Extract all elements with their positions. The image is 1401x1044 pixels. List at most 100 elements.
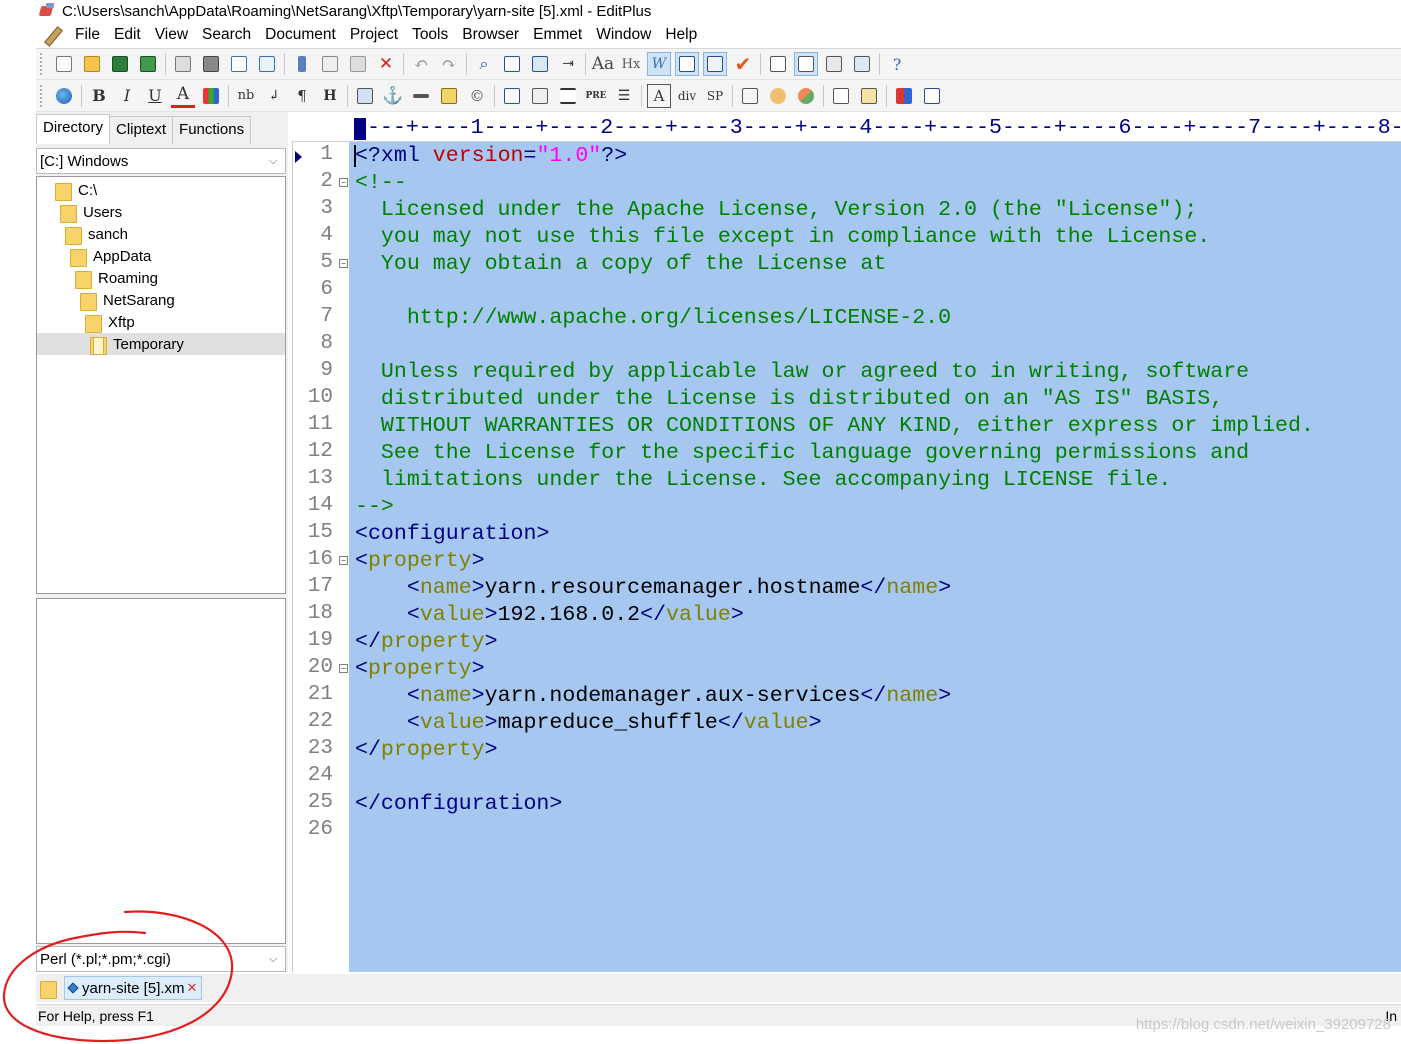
print-preview-button[interactable] [171, 52, 195, 76]
menu-window[interactable]: Window [589, 26, 658, 44]
close-tab-icon[interactable]: ✕ [187, 980, 198, 996]
check-button[interactable]: ✔ [731, 52, 755, 76]
find-in-files-button[interactable] [528, 52, 552, 76]
open-file-button[interactable] [80, 52, 104, 76]
doc-tab-yarn-site[interactable]: yarn-site [5].xm ✕ [64, 976, 203, 1000]
paragraph-button[interactable]: ¶ [290, 84, 314, 108]
tree-item-roaming[interactable]: Roaming [37, 267, 285, 289]
menu-project[interactable]: Project [343, 26, 405, 44]
print-button[interactable] [199, 52, 223, 76]
script-button[interactable] [794, 84, 818, 108]
line-break-button[interactable]: ↲ [262, 84, 286, 108]
word-wrap-button[interactable]: W [647, 52, 671, 76]
menu-file[interactable]: File [68, 26, 107, 44]
fold-toggle-icon[interactable]: − [339, 664, 348, 673]
image-button[interactable] [353, 84, 377, 108]
cliptext-button[interactable] [766, 52, 790, 76]
menu-edit[interactable]: Edit [107, 26, 148, 44]
paste-button[interactable] [346, 52, 370, 76]
toolbar-grip[interactable] [40, 53, 44, 75]
font-color-button[interactable]: A [171, 84, 195, 108]
copyright-button[interactable]: © [465, 84, 489, 108]
ruler-button[interactable] [703, 52, 727, 76]
tab-directory[interactable]: Directory [36, 114, 111, 144]
color-picker-button[interactable] [199, 84, 223, 108]
menu-view[interactable]: View [148, 26, 195, 44]
pencil-icon[interactable] [42, 25, 62, 45]
undo-button[interactable]: ↶ [409, 52, 433, 76]
directory-tree[interactable]: C:\ Users sanch AppData Roaming NetSaran… [36, 176, 286, 594]
new-file-button[interactable] [52, 52, 76, 76]
tab-cliptext[interactable]: Cliptext [109, 116, 174, 144]
code-editor[interactable]: <?xml version="1.0"?> <!-- Licensed unde… [349, 142, 1401, 972]
browser-preview-button[interactable] [255, 52, 279, 76]
cut-button[interactable] [290, 52, 314, 76]
save-all-button[interactable] [136, 52, 160, 76]
font-button[interactable]: Aa [591, 52, 615, 76]
drive-select[interactable]: [C:] Windows ⌵ [36, 148, 286, 174]
color-toolbar-button[interactable] [892, 84, 916, 108]
tree-item-netsarang[interactable]: NetSarang [37, 289, 285, 311]
list-button[interactable]: ☰ [612, 84, 636, 108]
pre-button[interactable]: PRE [584, 84, 608, 108]
menu-browser[interactable]: Browser [455, 26, 526, 44]
frame-button[interactable] [829, 84, 853, 108]
line-number-gutter[interactable]: 1 2 3 4 5 6 7 8 9 10 11 12 13 14 15 16 17 18 19 20 21 22 23 24 2… [292, 142, 349, 972]
directory-window-button[interactable] [794, 52, 818, 76]
browser-button[interactable] [52, 84, 76, 108]
tree-item-temporary[interactable]: Temporary [37, 333, 285, 355]
underline-button[interactable]: U [143, 84, 167, 108]
line-number-button[interactable] [675, 52, 699, 76]
hex-view-button[interactable]: Hx [619, 52, 643, 76]
span-button[interactable]: SP [703, 84, 727, 108]
nbsp-button[interactable]: nb [234, 84, 258, 108]
css-button[interactable] [766, 84, 790, 108]
div-icon: div [677, 88, 697, 103]
folder-icon [85, 314, 102, 333]
form-button[interactable] [528, 84, 552, 108]
delete-button[interactable]: ✕ [374, 52, 398, 76]
heading-button[interactable]: H [318, 84, 342, 108]
tree-item-appdata[interactable]: AppData [37, 245, 285, 267]
layer-button[interactable] [857, 84, 881, 108]
sidebar-tabs: Directory Cliptext Functions [36, 114, 252, 144]
fold-toggle-icon[interactable]: − [339, 259, 348, 268]
help-button[interactable]: ? [885, 52, 909, 76]
redo-button[interactable]: ↷ [437, 52, 461, 76]
fold-toggle-icon[interactable]: − [339, 556, 348, 565]
div-button[interactable]: div [675, 84, 699, 108]
copy-button[interactable] [318, 52, 342, 76]
table-button[interactable] [500, 84, 524, 108]
full-screen-button[interactable] [850, 52, 874, 76]
edit-style-button[interactable] [738, 84, 762, 108]
toolbar-grip[interactable] [40, 84, 44, 107]
tree-item-xftp[interactable]: Xftp [37, 311, 285, 333]
window-button[interactable] [920, 84, 944, 108]
anchor-button[interactable]: ⚓ [381, 84, 405, 108]
save-button[interactable] [108, 52, 132, 76]
find-button[interactable]: ⌕ [472, 52, 496, 76]
italic-button[interactable]: I [115, 84, 139, 108]
tree-item-users[interactable]: Users [37, 201, 285, 223]
menu-help[interactable]: Help [658, 26, 704, 44]
replace-button[interactable] [500, 52, 524, 76]
bold-button[interactable]: B [87, 84, 111, 108]
menu-emmet[interactable]: Emmet [526, 26, 589, 44]
menu-search[interactable]: Search [195, 26, 258, 44]
tab-functions[interactable]: Functions [172, 116, 252, 144]
fold-toggle-icon[interactable]: − [339, 178, 348, 187]
output-window-button[interactable] [822, 52, 846, 76]
center-button[interactable] [556, 84, 580, 108]
tree-item-sanch[interactable]: sanch [37, 223, 285, 245]
horizontal-rule-button[interactable] [409, 84, 433, 108]
comment-button[interactable] [437, 84, 461, 108]
file-list[interactable] [36, 598, 286, 944]
menu-document[interactable]: Document [258, 26, 343, 44]
menu-tools[interactable]: Tools [405, 26, 455, 44]
file-type-select[interactable]: Perl (*.pl;*.pm;*.cgi) ⌵ [36, 946, 286, 972]
folder-icon[interactable] [40, 980, 57, 999]
font-tag-button[interactable]: A [647, 83, 671, 108]
tree-item-c[interactable]: C:\ [37, 179, 285, 201]
goto-line-button[interactable]: ⇥ [556, 52, 580, 76]
spell-check-button[interactable] [227, 52, 251, 76]
